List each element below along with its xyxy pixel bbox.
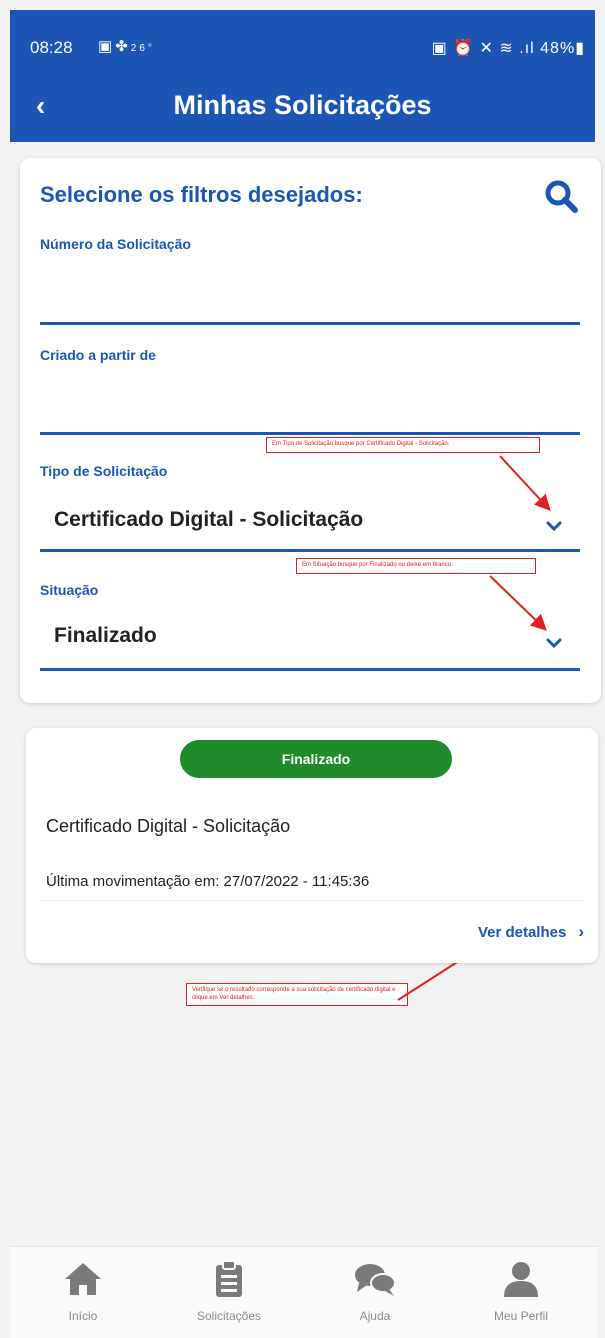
tipo-selected-value: Certificado Digital - Solicitação (54, 508, 364, 531)
page-title: Minhas Solicitações (173, 90, 432, 120)
nav-item-meu-perfil[interactable]: Meu Perfil (448, 1247, 594, 1338)
annotation-detalhes: Verifique se o resultado corresponde a s… (186, 983, 408, 1006)
chevron-down-icon (546, 638, 562, 648)
nav-item-inicio[interactable]: Início (10, 1247, 156, 1338)
filter-card: Selecione os filtros desejados: Número d… (20, 158, 601, 703)
alarm-icon: ⏰ (453, 40, 475, 57)
tipo-underline (40, 549, 580, 552)
result-divider (42, 900, 582, 902)
clipboard-icon (216, 1260, 242, 1297)
filter-heading: Selecione os filtros desejados: (40, 182, 363, 207)
status-left-icons: ▣✤26° (98, 37, 155, 55)
status-right-icons: ▣ ⏰ ✕ ≋ .ıl 48%▮ (432, 38, 585, 58)
lock-icon: ▣ (431, 40, 448, 57)
numero-underline (40, 322, 580, 325)
user-icon (504, 1262, 538, 1297)
tipo-select[interactable]: Certificado Digital - Solicitação (40, 488, 580, 548)
status-temperature: 26° (130, 43, 155, 54)
situacao-label: Situação (40, 582, 99, 598)
battery-level: 48% (540, 40, 576, 57)
situacao-select[interactable]: Finalizado (40, 606, 580, 666)
chevron-right-icon: › (578, 922, 584, 941)
ver-detalhes-label: Ver detalhes (477, 924, 567, 941)
status-bar: 08:28 ▣✤26° ▣ ⏰ ✕ ≋ .ıl 48%▮ (10, 10, 595, 80)
result-last-update: Última movimentação em: 27/07/2022 - 11:… (46, 873, 370, 890)
gallery-icon: ▣ (98, 38, 116, 55)
app-header: ‹ Minhas Solicitações (10, 80, 595, 142)
status-badge: Finalizado (180, 740, 452, 778)
criado-field[interactable] (40, 368, 580, 432)
nav-label-ajuda: Ajuda (359, 1309, 391, 1323)
chevron-down-icon (546, 521, 562, 531)
home-icon (65, 1263, 101, 1295)
fan-icon: ✤ (115, 38, 131, 55)
nav-label-inicio: Início (68, 1309, 98, 1323)
numero-label: Número da Solicitação (40, 236, 191, 252)
result-title: Certificado Digital - Solicitação (46, 816, 291, 836)
situacao-selected-value: Finalizado (54, 624, 157, 647)
ver-detalhes-button[interactable]: Ver detalhes › (478, 922, 584, 942)
criado-label: Criado a partir de (40, 347, 156, 363)
search-icon[interactable] (543, 178, 579, 214)
status-time: 08:28 (30, 38, 73, 57)
tipo-label: Tipo de Solicitação (40, 463, 168, 479)
criado-underline (40, 432, 580, 435)
nav-label-meu-perfil: Meu Perfil (493, 1309, 549, 1323)
wifi-icon: ≋ (499, 40, 514, 57)
nav-item-ajuda[interactable]: Ajuda (302, 1247, 448, 1338)
chat-icon (355, 1264, 396, 1296)
nav-label-solicitacoes: Solicitações (196, 1309, 262, 1323)
signal-icon: .ıl (519, 40, 535, 57)
situacao-underline (40, 668, 580, 671)
bottom-nav: Início Solicitações Ajuda Meu Perfil (10, 1246, 597, 1338)
battery-icon: ▮ (575, 40, 585, 57)
result-card: Finalizado Certificado Digital - Solicit… (26, 728, 598, 963)
mute-icon: ✕ (479, 40, 494, 57)
annotation-tipo: Em Tipo de Solicitação busque por Certif… (266, 437, 540, 453)
numero-field[interactable] (40, 258, 580, 322)
annotation-situacao: Em Situação busque por Finalizado ou dei… (296, 558, 536, 574)
nav-item-solicitacoes[interactable]: Solicitações (156, 1247, 302, 1338)
